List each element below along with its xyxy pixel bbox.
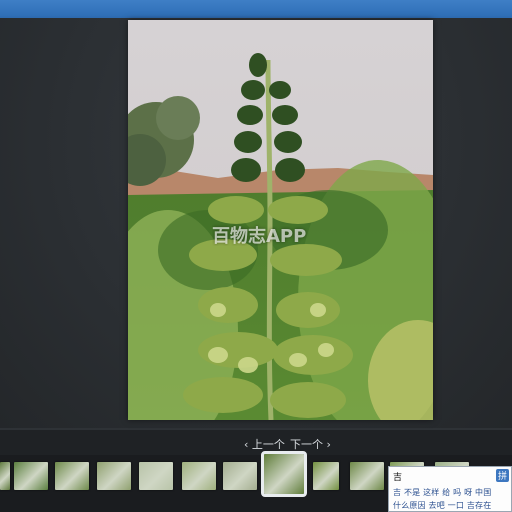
prev-button[interactable]: ‹ 上一个 [244,436,285,452]
ime-candidate-window[interactable]: 吉 拼 吉 不是 这样 给 吗 呀 中国 什么原因 去吧 一口 吉存在 [388,466,512,512]
thumbnail-3[interactable] [55,462,89,490]
thumbnail-10[interactable] [350,462,384,490]
ime-candidates-row-1[interactable]: 吉 不是 这样 给 吗 呀 中国 [393,487,491,498]
plant-photo-illustration [128,20,433,420]
thumbnail-5[interactable] [139,462,173,490]
ime-mode-badge[interactable]: 拼 [495,469,509,482]
thumbnail-2[interactable] [14,462,48,490]
main-photo[interactable]: 百物志APP [128,20,433,420]
thumbnail-1[interactable] [0,462,10,490]
next-button[interactable]: 下一个 › [290,436,331,452]
ime-input-text: 吉 [393,473,403,483]
thumbnail-9[interactable] [313,462,339,490]
thumbnail-selected[interactable] [261,451,307,497]
thumbnail-6[interactable] [182,462,216,490]
ime-candidates-row-2[interactable]: 什么原因 去吧 一口 吉存在 [393,500,491,511]
thumbnail-7[interactable] [223,462,257,490]
thumbnail-4[interactable] [97,462,131,490]
